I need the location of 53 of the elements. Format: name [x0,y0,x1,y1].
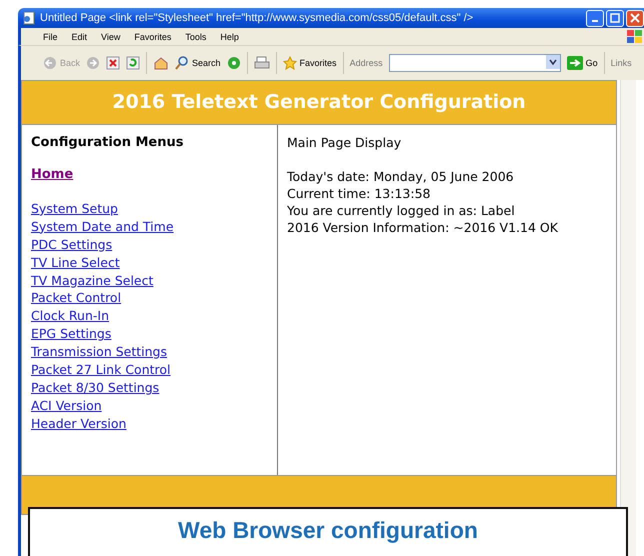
menu-link[interactable]: ACI Version [31,396,102,415]
media-icon[interactable] [226,56,241,70]
menu-link[interactable]: EPG Settings [31,325,112,344]
links-label[interactable]: Links [610,58,632,68]
search-button[interactable]: Search [175,56,221,70]
menu-item[interactable]: Favorites [134,32,172,42]
page-header: 2016 Teletext Generator Configuration [21,80,617,125]
menu-link[interactable]: Clock Run-In [31,307,110,326]
close-icon [630,13,640,23]
menu-link[interactable]: PDC Settings [31,236,112,254]
close-button[interactable] [626,10,644,26]
menu-link[interactable]: Packet 8/30 Settings [31,378,160,397]
page-icon [22,11,36,25]
search-icon [175,56,190,70]
window-title: Untitled Page <link rel="Stylesheet" href="http://www.sysmedia.com/css05/default.css" /> [40,12,474,24]
info-line: Current time: 13:13:58 [287,185,432,202]
refresh-icon[interactable] [126,56,140,70]
menu-link[interactable]: Packet Control [31,289,122,308]
home-icon[interactable] [153,56,170,70]
forward-icon[interactable] [86,56,100,70]
address-field[interactable] [388,54,561,72]
menu-link[interactable]: System Date and Time [31,218,174,236]
windows-logo-icon [626,28,644,44]
address-label: Address [350,58,383,68]
info-line: Today's date: Monday, 05 June 2006 [287,168,515,185]
dropdown-icon[interactable] [546,55,560,69]
go-button[interactable]: Go [566,56,598,70]
info-line: 2016 Version Information: ~2016 V1.14 OK [287,219,559,236]
stop-icon[interactable] [106,56,120,70]
menu-item[interactable]: View [101,32,120,42]
favorites-button[interactable]: Favorites [282,56,337,70]
menu-link[interactable]: Header Version [31,414,126,433]
info-line: You are currently logged in as: Label [287,202,516,219]
menu-item[interactable]: Edit [72,32,88,42]
menu-item[interactable]: Help [220,32,239,42]
sidebar-title: Configuration Menus [31,135,184,150]
minimize-icon [592,20,598,22]
maximize-button[interactable] [606,10,624,26]
maximize-icon [610,13,620,23]
star-icon [282,56,297,70]
menu-link[interactable]: Home [31,166,74,184]
menu-link[interactable]: System Setup [31,200,118,218]
menu-link[interactable]: Packet 27 Link Control [31,361,171,379]
caption: Web Browser configuration [28,507,628,556]
minimize-button[interactable] [586,10,604,26]
menu-link[interactable]: Transmission Settings [31,343,167,362]
main-title: Main Page Display [287,135,402,150]
menu-link[interactable]: TV Magazine Select [31,272,154,290]
menu-link[interactable]: TV Line Select [31,254,120,272]
print-icon[interactable] [254,56,270,70]
menu-item[interactable]: File [43,32,58,42]
menu-item[interactable]: Tools [185,32,206,42]
go-arrow-icon [566,56,583,70]
